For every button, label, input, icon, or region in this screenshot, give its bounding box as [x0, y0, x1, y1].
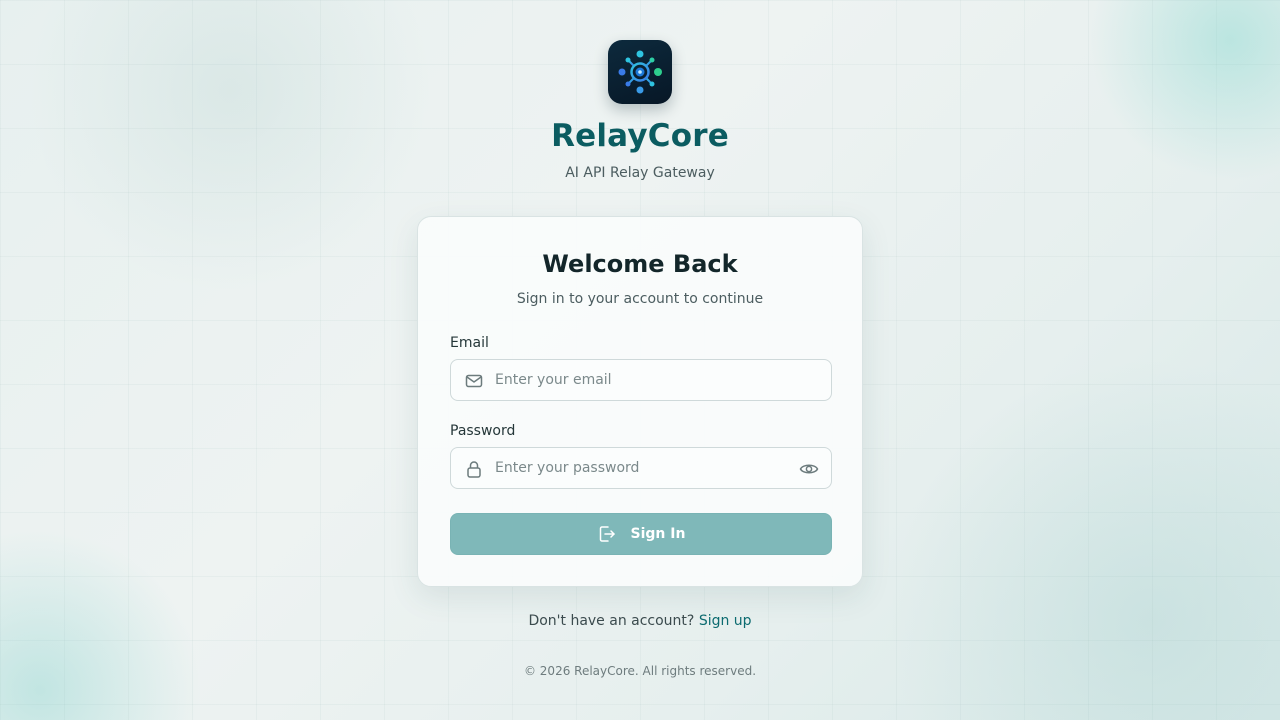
relay-hub-icon: [618, 50, 662, 94]
signup-row: Don't have an account? Sign up: [0, 613, 1280, 629]
log-in-icon: [597, 524, 617, 544]
brand-name: RelayCore: [551, 118, 729, 154]
sign-in-button[interactable]: Sign In: [450, 513, 832, 555]
eye-icon[interactable]: [799, 459, 819, 479]
email-input[interactable]: [451, 360, 831, 400]
signup-prompt: Don't have an account?: [528, 613, 699, 629]
email-label: Email: [450, 335, 489, 351]
brand-logo: [608, 40, 672, 104]
lock-icon: [464, 459, 484, 479]
email-field-wrapper: [450, 359, 832, 401]
footer-copyright: © 2026 RelayCore. All rights reserved.: [523, 664, 757, 678]
sign-in-label: Sign In: [630, 526, 686, 542]
card-title: Welcome Back: [542, 250, 738, 278]
login-card: Welcome Back Sign in to your account to …: [417, 216, 863, 587]
sign-up-link[interactable]: Sign up: [699, 613, 752, 629]
password-label: Password: [450, 423, 516, 439]
brand-tagline: AI API Relay Gateway: [565, 165, 715, 181]
password-input[interactable]: [451, 448, 831, 488]
card-subtitle: Sign in to your account to continue: [516, 291, 764, 307]
password-field-wrapper: [450, 447, 832, 489]
mail-icon: [464, 371, 484, 391]
